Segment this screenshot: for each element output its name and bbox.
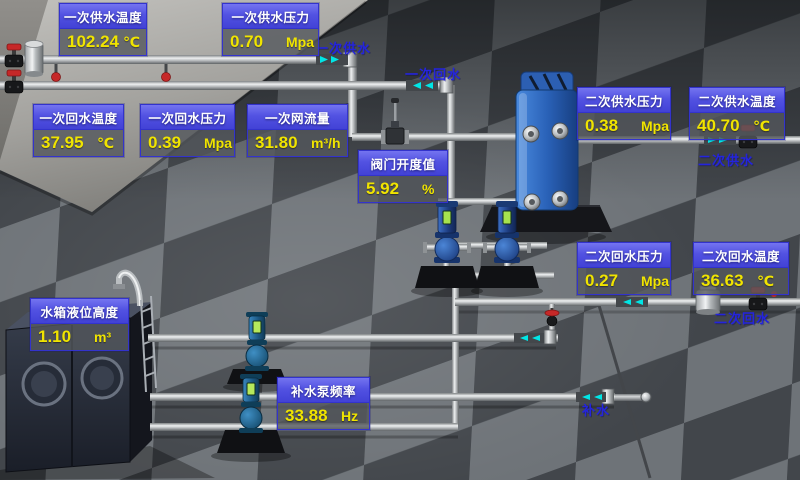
label-value: 33.88Hz xyxy=(278,403,369,429)
pump-base xyxy=(217,430,285,453)
label-secondary-return-temp[interactable]: 二次回水温度 36.63℃ xyxy=(693,242,789,295)
label-value: 0.39Mpa xyxy=(141,130,234,156)
label-secondary-supply-temp[interactable]: 二次供水温度 40.70℃ xyxy=(689,87,785,140)
pipe-tag-secondary-supply: 二次供水 xyxy=(698,150,754,169)
label-value: 0.70Mpa xyxy=(223,29,318,55)
label-value: 37.95℃ xyxy=(34,130,123,156)
label-value: 5.92% xyxy=(359,176,447,202)
tank-outlet-pipe xyxy=(148,334,558,342)
label-title: 水箱液位高度 xyxy=(31,299,128,324)
label-title: 二次回水温度 xyxy=(694,243,788,268)
pipe-tag-secondary-return: 二次回水 xyxy=(714,308,770,327)
label-title: 一次网流量 xyxy=(248,105,347,130)
label-title: 一次供水压力 xyxy=(223,4,318,29)
pipe-tag-makeup-water: 补水 xyxy=(582,400,610,419)
label-title: 一次回水温度 xyxy=(34,105,123,130)
label-value: 1.10m³ xyxy=(31,324,128,350)
makeup-pump-2[interactable] xyxy=(239,374,263,433)
label-primary-return-temp[interactable]: 一次回水温度 37.95℃ xyxy=(33,104,124,157)
label-makeup-pump-frequency[interactable]: 补水泵频率 33.88Hz xyxy=(277,377,370,430)
pipe-tag-primary-return: 一次回水 xyxy=(405,64,461,83)
label-primary-supply-temp[interactable]: 一次供水温度 102.24℃ xyxy=(59,3,147,56)
label-secondary-supply-pressure[interactable]: 二次供水压力 0.38Mpa xyxy=(577,87,671,140)
plant-scene xyxy=(0,0,800,480)
primary-supply-pipe xyxy=(0,55,352,64)
label-valve-opening[interactable]: 阀门开度值 5.92% xyxy=(358,150,448,203)
pump-base xyxy=(475,266,539,288)
label-value: 36.63℃ xyxy=(694,268,788,294)
hx-port xyxy=(523,126,539,142)
label-title: 补水泵频率 xyxy=(278,378,369,403)
label-primary-supply-pressure[interactable]: 一次供水压力 0.70Mpa xyxy=(222,3,319,56)
label-secondary-return-pressure[interactable]: 二次回水压力 0.27Mpa xyxy=(577,242,671,295)
label-primary-net-flow[interactable]: 一次网流量 31.80m³/h xyxy=(247,104,348,157)
primary-return-pipe xyxy=(0,81,448,90)
makeup-water-pipe xyxy=(150,393,615,401)
label-value: 31.80m³/h xyxy=(248,130,347,156)
label-title: 二次供水压力 xyxy=(578,88,670,113)
label-value: 102.24℃ xyxy=(60,29,146,55)
makeup-pump-1[interactable] xyxy=(245,312,269,371)
hx-port xyxy=(552,191,568,207)
pump-base xyxy=(415,266,479,288)
label-title: 二次供水温度 xyxy=(690,88,784,113)
label-tank-level[interactable]: 水箱液位高度 1.10m³ xyxy=(30,298,129,351)
label-title: 一次回水压力 xyxy=(141,105,234,130)
hx-port xyxy=(552,123,568,139)
hx-port xyxy=(524,194,540,210)
pipe-tag-primary-supply: 一次供水 xyxy=(315,38,371,57)
shutoff-valve[interactable] xyxy=(5,44,23,67)
label-value: 40.70℃ xyxy=(690,113,784,139)
shutoff-valve[interactable] xyxy=(5,70,23,93)
label-value: 0.27Mpa xyxy=(578,268,670,294)
scada-heat-station-screen: 一次供水温度 102.24℃ 一次供水压力 0.70Mpa 一次回水温度 37.… xyxy=(0,0,800,480)
label-title: 二次回水压力 xyxy=(578,243,670,268)
primary-hx-pipe xyxy=(352,133,538,141)
label-title: 一次供水温度 xyxy=(60,4,146,29)
label-title: 阀门开度值 xyxy=(359,151,447,176)
strainer xyxy=(25,41,43,78)
label-value: 0.38Mpa xyxy=(578,113,670,139)
label-primary-return-pressure[interactable]: 一次回水压力 0.39Mpa xyxy=(140,104,235,157)
